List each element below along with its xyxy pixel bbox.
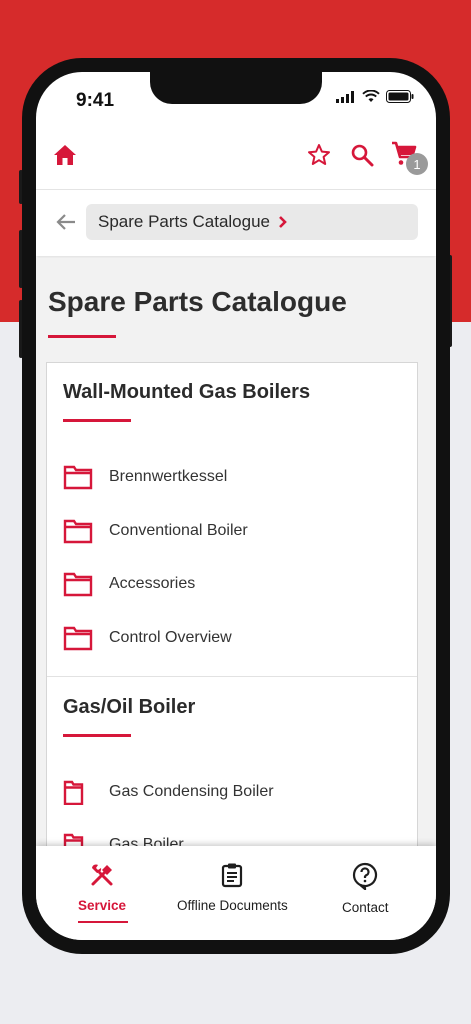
list-item-label: Gas Boiler [109,836,184,846]
breadcrumb[interactable]: Spare Parts Catalogue [86,204,418,240]
list-item[interactable]: Gas Boiler [63,830,403,846]
list-item-label: Gas Condensing Boiler [109,783,274,800]
list-item-label: Conventional Boiler [109,522,248,539]
bottom-tab-bar: Service Offline Documents Contact [36,846,436,940]
list-item[interactable]: Control Overview [63,623,403,653]
breadcrumb-label: Spare Parts Catalogue [98,212,270,231]
app-header [36,120,436,190]
folder-icon [63,626,93,651]
list-item[interactable]: Conventional Boiler [63,516,403,546]
folder-icon [63,465,93,490]
chevron-right-icon [279,216,287,228]
tab-service[interactable]: Service [78,862,126,913]
catalogue-content: Spare Parts Catalogue Wall-Mounted Gas B… [36,258,436,846]
active-tab-underline [78,921,128,923]
star-outline-icon [308,144,330,165]
list-item[interactable]: Accessories [63,569,403,599]
phone-screen: 9:41 1 Spare Parts Catalogue Spare Parts… [36,72,436,940]
battery-icon [386,90,414,103]
title-underline [48,335,116,338]
tab-contact[interactable]: Contact [342,862,389,915]
folder-icon [63,572,93,597]
favorites-button[interactable] [306,142,332,168]
page-title: Spare Parts Catalogue [48,286,347,317]
cart-count-badge: 1 [406,153,428,175]
wifi-icon [362,90,380,102]
list-item-label: Control Overview [109,629,232,646]
list-item-label: Accessories [109,575,196,592]
tab-label: Service [78,898,127,913]
back-button[interactable] [54,210,78,234]
folder-icon [63,519,93,544]
tab-offline-documents[interactable]: Offline Documents [177,862,288,913]
search-button[interactable] [349,142,375,168]
arrow-left-icon [56,214,75,230]
tab-label: Offline Documents [177,898,288,913]
section-underline [63,734,131,737]
list-item[interactable]: Gas Condensing Boiler [63,777,403,807]
signal-icon [336,90,354,103]
home-button[interactable] [52,142,78,168]
list-item[interactable]: Brennwertkessel [63,462,403,492]
breadcrumb-bar: Spare Parts Catalogue [36,190,436,256]
catalogue-card: Wall-Mounted Gas Boilers Brennwertkessel… [46,362,418,846]
folder-icon [63,833,84,846]
status-time: 9:41 [76,90,115,111]
section-divider [47,676,417,677]
folder-icon [63,780,84,805]
section-underline [63,419,131,422]
section-title: Gas/Oil Boiler [63,696,196,718]
tab-label: Contact [342,900,389,915]
clipboard-icon [222,863,243,888]
help-bubble-icon [353,862,378,890]
tools-icon [91,864,113,886]
home-icon [54,145,76,165]
status-icons [336,90,414,103]
notch [150,72,322,104]
search-icon [351,144,374,167]
section-title: Wall-Mounted Gas Boilers [63,381,311,403]
list-item-label: Brennwertkessel [109,468,228,485]
